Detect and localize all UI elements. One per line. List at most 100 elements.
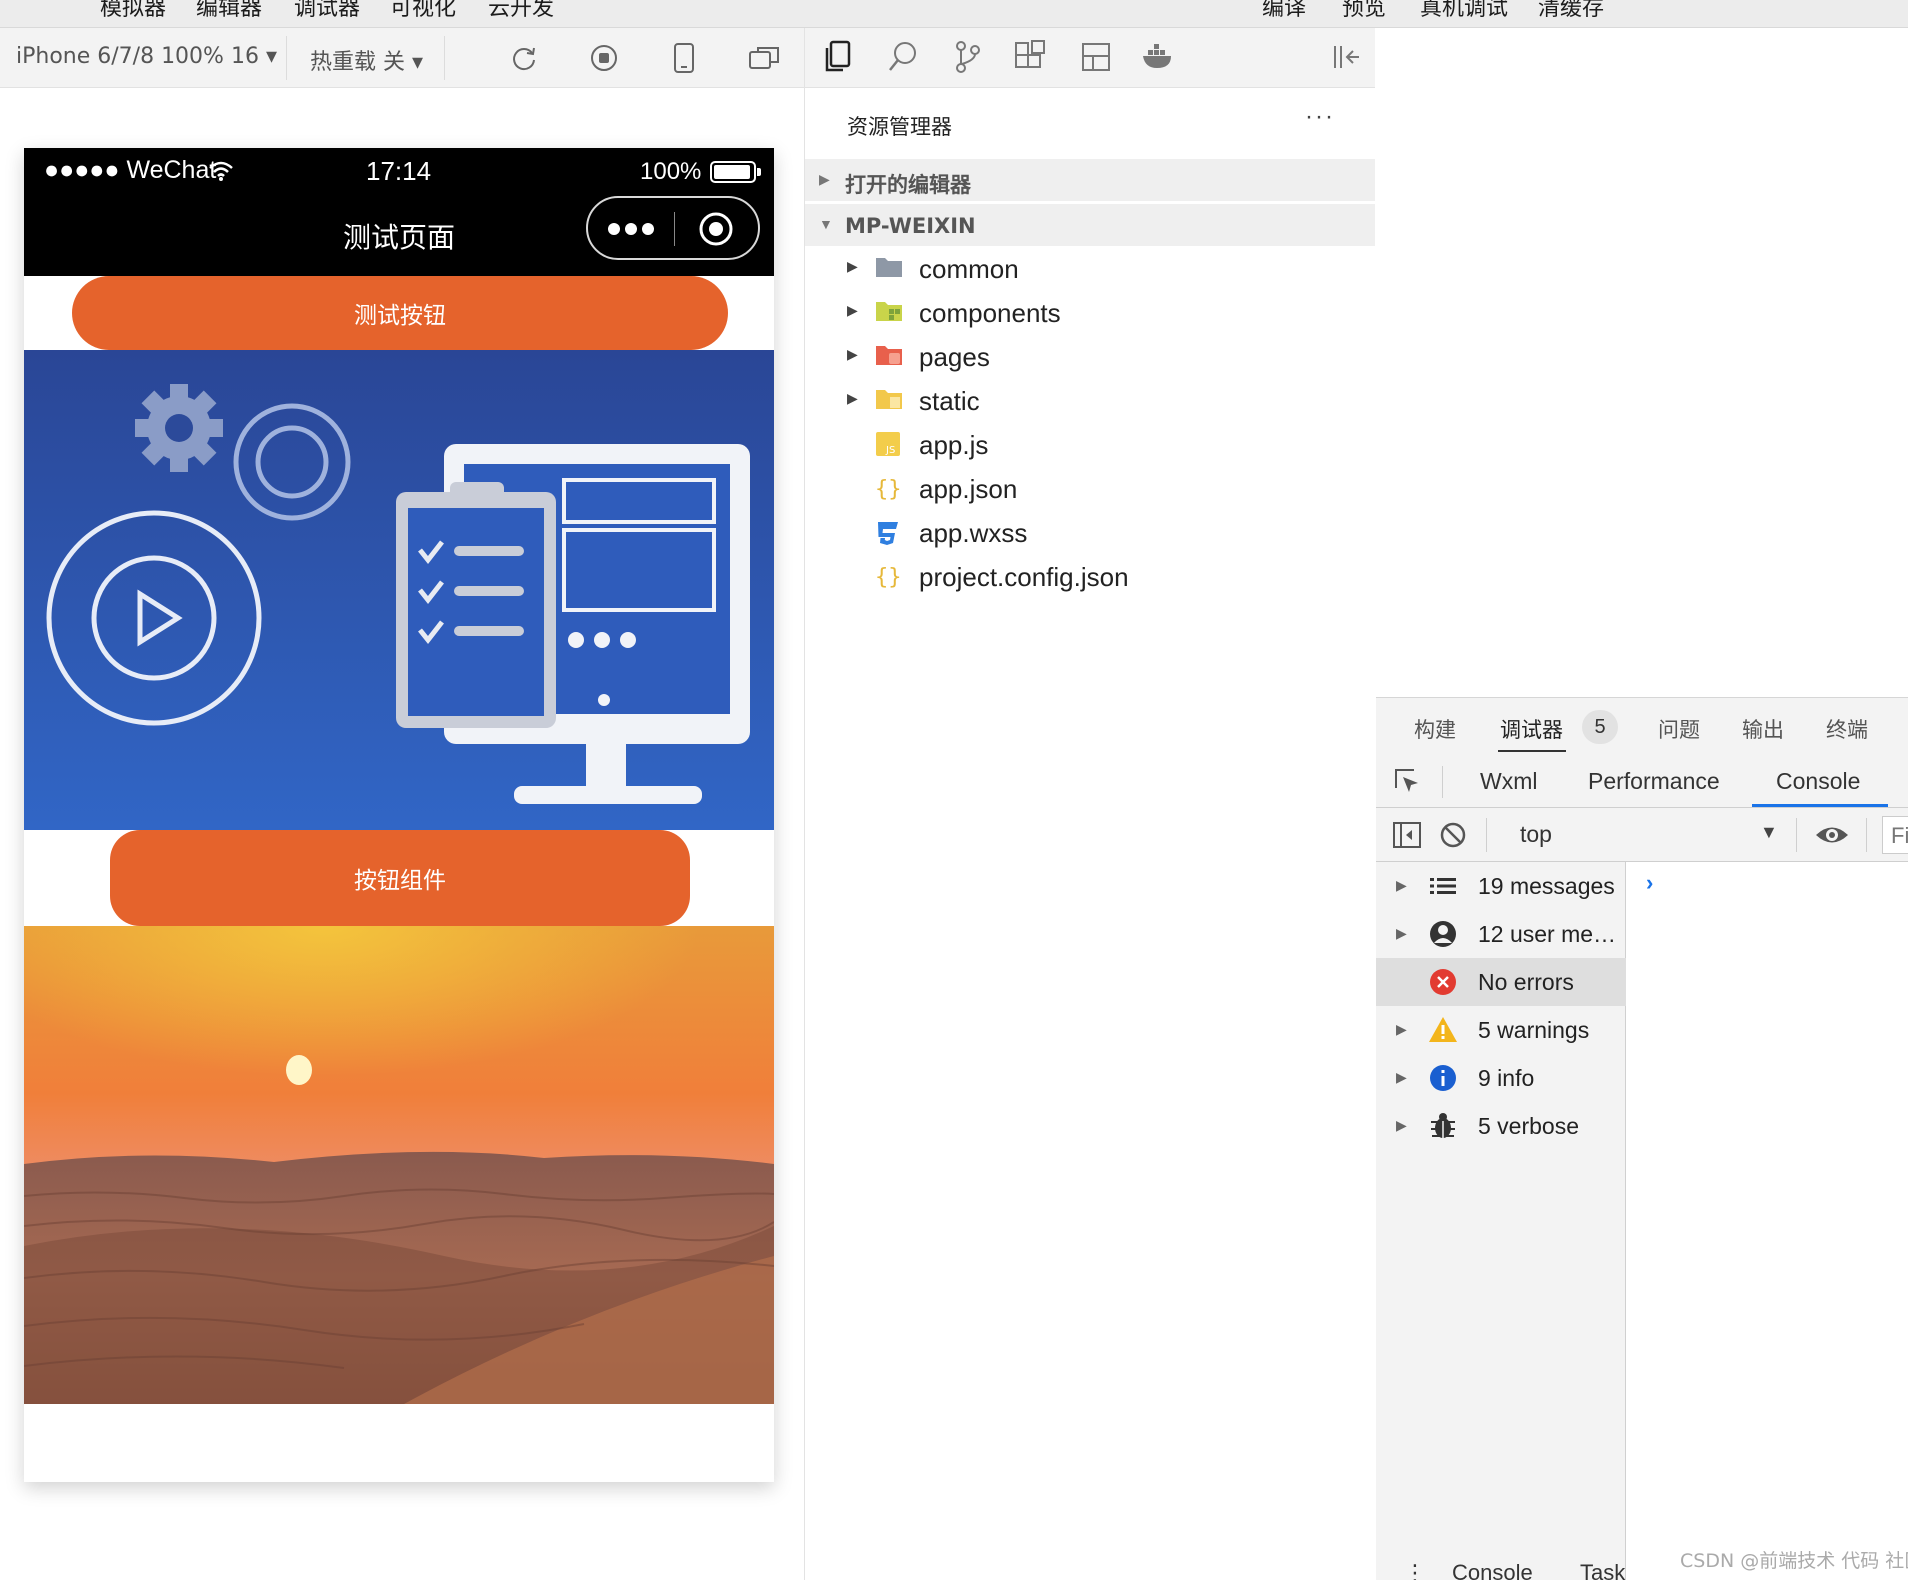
- chevron-right-icon: ▶: [1396, 1021, 1407, 1037]
- device-selector[interactable]: iPhone 6/7/8 100% 16 ▾: [16, 44, 277, 69]
- simulator-phone: ●●●●● WeChat 17:14 100% 测试页面 测试按钮 按钮组件: [24, 148, 774, 1482]
- devtools-panel: 构建 调试器 5 问题 输出 终端 Wxml Performance Conso…: [1376, 697, 1908, 1580]
- explorer-more-button[interactable]: ···: [1305, 103, 1335, 131]
- tree-item-app-json[interactable]: {} app.json: [805, 466, 1375, 510]
- user-icon: [1430, 921, 1456, 947]
- tab-output[interactable]: 输出: [1742, 714, 1784, 744]
- sidebar-item-errors[interactable]: No errors: [1376, 958, 1626, 1006]
- menu-editor[interactable]: 编辑器: [196, 0, 262, 22]
- sidebar-item-warnings[interactable]: ▶ 5 warnings: [1376, 1006, 1626, 1054]
- tree-item-project-config[interactable]: {} project.config.json: [805, 554, 1375, 598]
- menu-visual[interactable]: 可视化: [390, 0, 456, 22]
- tab-problems[interactable]: 问题: [1658, 714, 1700, 744]
- active-tab-underline: [1498, 750, 1566, 752]
- hot-reload-toggle[interactable]: 热重载 关 ▾: [310, 44, 423, 76]
- battery-percent: 100%: [640, 158, 702, 185]
- toolbar-divider: [1796, 818, 1797, 852]
- svg-text:{}: {}: [875, 565, 902, 589]
- menu-debugger[interactable]: 调试器: [294, 0, 360, 22]
- tab-performance[interactable]: Performance: [1588, 768, 1720, 795]
- drawer-tab-console[interactable]: Console: [1452, 1560, 1533, 1580]
- menu-clear-cache[interactable]: 清缓存: [1538, 0, 1604, 22]
- json-file-icon: {}: [875, 565, 902, 589]
- settings-illustration: [24, 350, 774, 830]
- sidebar-item-info[interactable]: ▶ 9 info: [1376, 1054, 1626, 1102]
- tree-item-app-js[interactable]: JS app.js: [805, 422, 1375, 466]
- test-button[interactable]: 测试按钮: [72, 276, 728, 350]
- chevron-right-icon: ▶: [847, 302, 858, 318]
- sidebar-toggle-icon[interactable]: [1392, 820, 1422, 850]
- chevron-right-icon: ▶: [1396, 1069, 1407, 1085]
- open-editors-section[interactable]: ▶ 打开的编辑器: [805, 159, 1375, 201]
- filter-input[interactable]: Fi: [1882, 816, 1908, 854]
- collapse-panel-icon[interactable]: [1331, 42, 1361, 72]
- toolbar-divider: [1866, 818, 1867, 852]
- settings-illustration-image: [24, 350, 774, 830]
- detach-window-icon[interactable]: [748, 44, 780, 72]
- rotate-icon[interactable]: [510, 44, 538, 72]
- tree-item-pages[interactable]: ▶ pages: [805, 334, 1375, 378]
- list-icon: [1430, 878, 1456, 894]
- files-icon[interactable]: [823, 40, 853, 74]
- tree-item-common[interactable]: ▶ common: [805, 246, 1375, 290]
- layout-icon[interactable]: [1081, 42, 1111, 72]
- folder-pages-icon: [876, 346, 902, 365]
- close-miniprogram-icon[interactable]: [698, 211, 734, 247]
- wifi-icon: [209, 161, 233, 181]
- toolbar-divider: [286, 36, 287, 80]
- app-menubar: 模拟器 编辑器 调试器 可视化 云开发 编译 预览 真机调试 清缓存: [0, 0, 1908, 28]
- console-filter-bar: top ▼ Fi: [1376, 808, 1908, 862]
- chevron-right-icon: ▶: [1396, 877, 1407, 893]
- svg-text:JS: JS: [885, 445, 895, 456]
- console-prompt[interactable]: ›: [1646, 870, 1653, 896]
- explorer-title: 资源管理器: [847, 115, 952, 139]
- eye-icon[interactable]: [1814, 822, 1850, 848]
- context-dropdown-icon[interactable]: ▼: [1760, 822, 1778, 843]
- menu-cloud[interactable]: 云开发: [488, 0, 554, 22]
- tree-item-components[interactable]: ▶ components: [805, 290, 1375, 334]
- capsule-divider: [674, 212, 675, 246]
- sidebar-item-messages[interactable]: ▶ 19 messages: [1376, 862, 1626, 910]
- toolbar-divider: [1442, 766, 1443, 798]
- extensions-icon[interactable]: [1013, 40, 1047, 74]
- inspect-element-icon[interactable]: [1392, 766, 1422, 796]
- search-icon[interactable]: [887, 40, 919, 74]
- sidebar-item-user-messages[interactable]: ▶ 12 user me…: [1376, 910, 1626, 958]
- status-time: 17:14: [366, 156, 432, 186]
- tab-terminal[interactable]: 终端: [1826, 714, 1868, 744]
- chevron-down-icon: ▼: [819, 216, 833, 232]
- tree-item-static[interactable]: ▶ static: [805, 378, 1375, 422]
- toolbar-divider: [1486, 818, 1487, 852]
- more-dots-icon[interactable]: [606, 219, 656, 239]
- error-icon: [1430, 969, 1456, 995]
- folder-components-icon: [876, 302, 902, 321]
- menu-real-device-debug[interactable]: 真机调试: [1420, 0, 1508, 22]
- clear-console-icon[interactable]: [1438, 820, 1468, 850]
- stop-icon[interactable]: [590, 44, 618, 72]
- tab-wxml[interactable]: Wxml: [1480, 768, 1537, 795]
- context-selector[interactable]: top: [1520, 821, 1552, 848]
- tab-debugger[interactable]: 调试器: [1500, 714, 1563, 744]
- source-control-icon[interactable]: [953, 40, 981, 74]
- drawer-tab-task[interactable]: Task: [1580, 1560, 1625, 1580]
- battery-icon: [710, 161, 761, 183]
- tab-console[interactable]: Console: [1776, 768, 1860, 795]
- tree-item-app-wxss[interactable]: app.wxss: [805, 510, 1375, 554]
- menu-preview[interactable]: 预览: [1342, 0, 1386, 22]
- simulator-toolbar: iPhone 6/7/8 100% 16 ▾ 热重载 关 ▾: [0, 28, 805, 88]
- menu-compile[interactable]: 编译: [1262, 0, 1306, 22]
- drawer-more-icon[interactable]: ⋮: [1404, 1560, 1426, 1580]
- docker-icon[interactable]: [1141, 42, 1175, 70]
- tab-build[interactable]: 构建: [1414, 714, 1456, 744]
- component-button[interactable]: 按钮组件: [110, 830, 690, 926]
- navigation-bar: ●●●●● WeChat 17:14 100% 测试页面: [24, 148, 774, 276]
- carrier-label: ●●●●● WeChat: [44, 156, 217, 184]
- project-section[interactable]: ▼ MP-WEIXIN: [805, 204, 1375, 246]
- console-sidebar: ▶ 19 messages ▶ 12 user me… No errors ▶ …: [1376, 862, 1626, 1580]
- bug-icon: [1431, 1113, 1455, 1138]
- js-file-icon: JS: [876, 432, 900, 456]
- chevron-right-icon: ▶: [847, 258, 858, 274]
- phone-icon[interactable]: [672, 42, 696, 74]
- sidebar-item-verbose[interactable]: ▶ 5 verbose: [1376, 1102, 1626, 1150]
- menu-simulator[interactable]: 模拟器: [100, 0, 166, 22]
